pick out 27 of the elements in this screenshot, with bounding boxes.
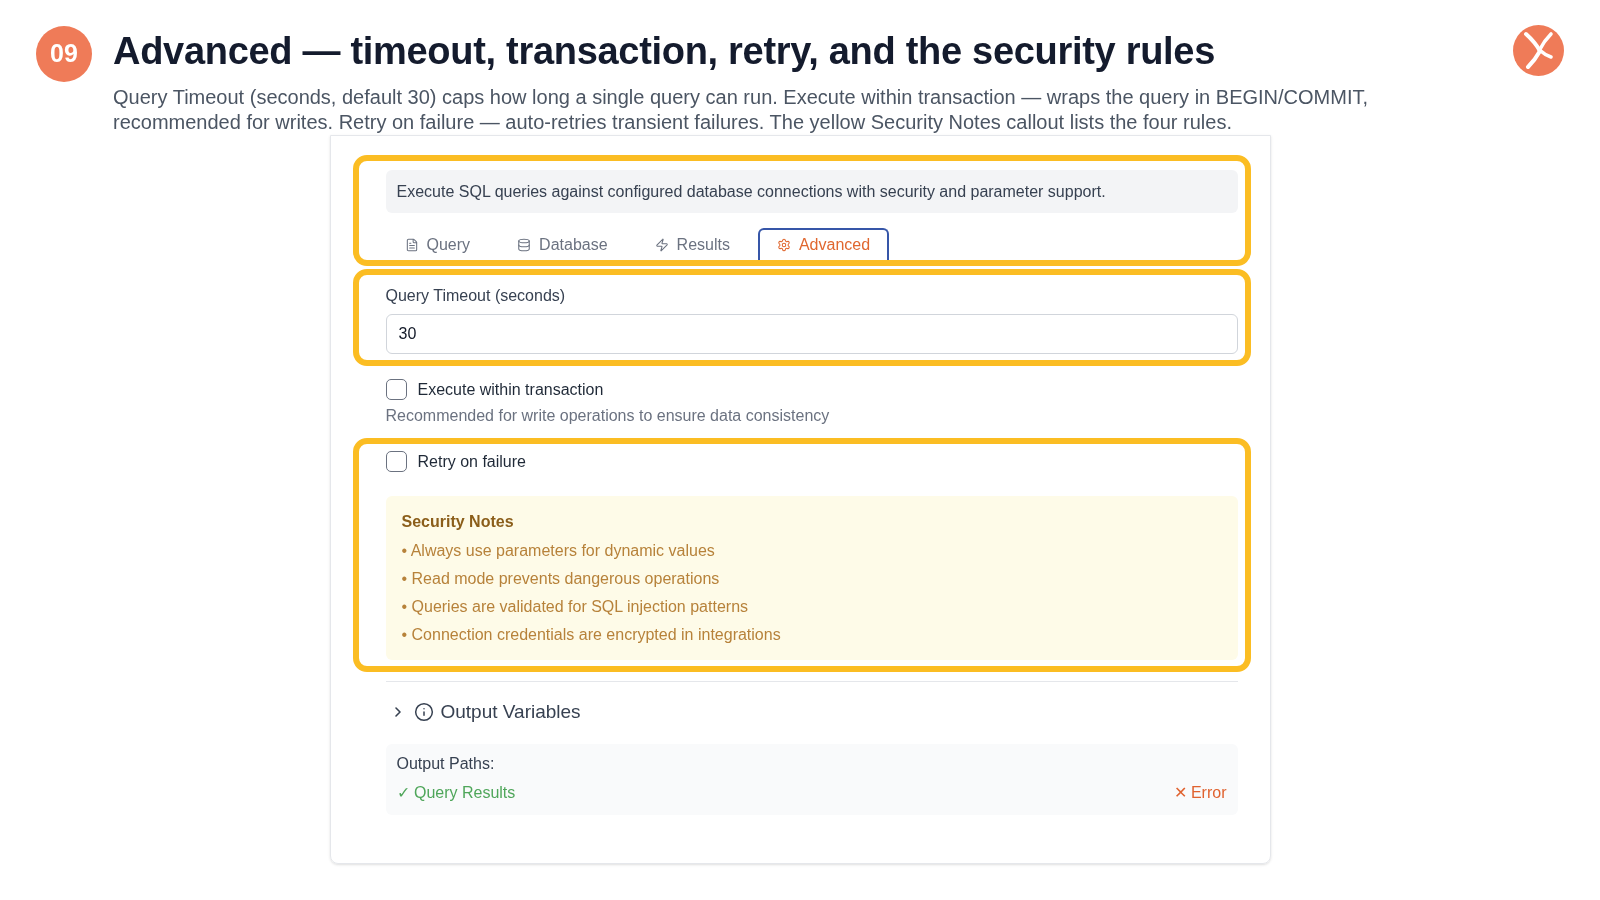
callout-title: Security Notes xyxy=(401,512,515,532)
timeout-input[interactable]: 30 xyxy=(385,314,1238,354)
output-path: ✓ Query Results xyxy=(396,783,516,803)
slide-subtitle: Query Timeout (seconds, default 30) caps how long a single query can run. Execute within transaction — wraps the query in BEGIN/COMMIT, recommended for writes. Retry on failure — auto-retries transient failures. The yellow Security Notes callout lists the four rules. xyxy=(113,85,1370,135)
gear-icon xyxy=(776,238,791,252)
field-label: Query Timeout (seconds) xyxy=(385,286,567,306)
slide-title: Advanced — timeout, transaction, retry, and the security rules xyxy=(113,29,1216,74)
lightning-icon xyxy=(654,238,669,252)
checkbox-label: Retry on failure xyxy=(417,451,526,472)
document-icon xyxy=(404,238,419,252)
output-paths-label: Output Paths: xyxy=(396,754,496,774)
node-description: Execute SQL queries against configured database connections with security and parameter support. xyxy=(385,170,1238,213)
security-note: • Queries are validated for SQL injection patterns xyxy=(401,597,750,617)
field-hint: Recommended for write operations to ensure data consistency xyxy=(385,406,831,426)
security-note: • Always use parameters for dynamic values xyxy=(401,541,716,561)
output-variables-toggle[interactable]: Output Variables xyxy=(385,700,581,724)
security-note: • Connection credentials are encrypted in integrations xyxy=(401,625,782,645)
tab[interactable]: Advanced xyxy=(757,228,890,260)
database-icon xyxy=(517,238,532,252)
checkbox[interactable] xyxy=(385,451,407,472)
info-icon xyxy=(413,702,434,722)
checkbox[interactable] xyxy=(385,379,407,400)
slide-number-badge: 09 xyxy=(36,26,92,82)
checkbox-label: Execute within transaction xyxy=(417,379,604,400)
logo-icon xyxy=(1513,25,1564,76)
security-note: • Read mode prevents dangerous operations xyxy=(401,569,721,589)
error-path: ✕ Error xyxy=(1173,783,1227,803)
